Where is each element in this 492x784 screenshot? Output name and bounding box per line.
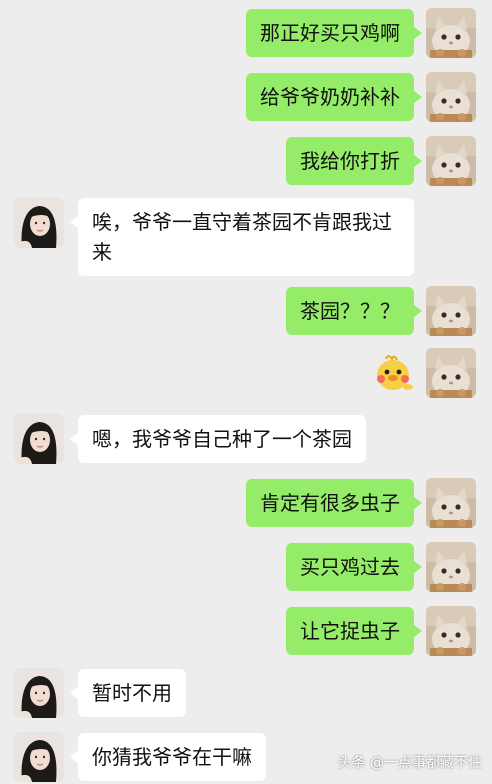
cat-avatar-icon[interactable] — [426, 72, 476, 122]
message-bubble[interactable]: 暂时不用 — [70, 669, 186, 717]
message-row: 嗯，我爷爷自己种了一个茶园 — [0, 414, 492, 464]
message-row: 我给你打折 — [0, 136, 492, 186]
message-row — [0, 348, 492, 398]
girl-avatar-icon[interactable] — [14, 198, 64, 248]
message-row: 暂时不用 — [0, 668, 492, 718]
message-bubble[interactable]: 给爷爷奶奶补补 — [246, 73, 422, 121]
girl-avatar-icon[interactable] — [14, 668, 64, 718]
message-row: 给爷爷奶奶补补 — [0, 72, 492, 122]
message-row: 肯定有很多虫子 — [0, 478, 492, 528]
message-bubble[interactable]: 肯定有很多虫子 — [246, 479, 422, 527]
cat-avatar-icon[interactable] — [426, 542, 476, 592]
watermark: 头条 @一点事都藏不住 — [337, 755, 482, 771]
message-row: 让它捉虫子 — [0, 606, 492, 656]
message-row: 茶园？？？ — [0, 286, 492, 336]
message-bubble[interactable]: 茶园？？？ — [286, 287, 422, 335]
cat-avatar-icon[interactable] — [426, 478, 476, 528]
message-row: 买只鸡过去 — [0, 542, 492, 592]
cat-avatar-icon[interactable] — [426, 286, 476, 336]
girl-avatar-icon[interactable] — [14, 414, 64, 464]
duck-sticker-icon[interactable] — [372, 351, 414, 393]
message-bubble[interactable]: 那正好买只鸡啊 — [246, 9, 422, 57]
message-row: 唉，爷爷一直守着茶园不肯跟我过来 — [0, 198, 492, 276]
message-bubble[interactable]: 买只鸡过去 — [286, 543, 422, 591]
message-bubble[interactable]: 嗯，我爷爷自己种了一个茶园 — [70, 415, 366, 463]
cat-avatar-icon[interactable] — [426, 606, 476, 656]
girl-avatar-icon[interactable] — [14, 732, 64, 782]
message-bubble[interactable]: 让它捉虫子 — [286, 607, 422, 655]
message-bubble[interactable]: 你猜我爷爷在干嘛 — [70, 733, 266, 781]
cat-avatar-icon[interactable] — [426, 348, 476, 398]
cat-avatar-icon[interactable] — [426, 8, 476, 58]
cat-avatar-icon[interactable] — [426, 136, 476, 186]
message-row: 那正好买只鸡啊 — [0, 8, 492, 58]
message-bubble[interactable]: 我给你打折 — [286, 137, 422, 185]
message-bubble[interactable]: 唉，爷爷一直守着茶园不肯跟我过来 — [70, 198, 414, 276]
